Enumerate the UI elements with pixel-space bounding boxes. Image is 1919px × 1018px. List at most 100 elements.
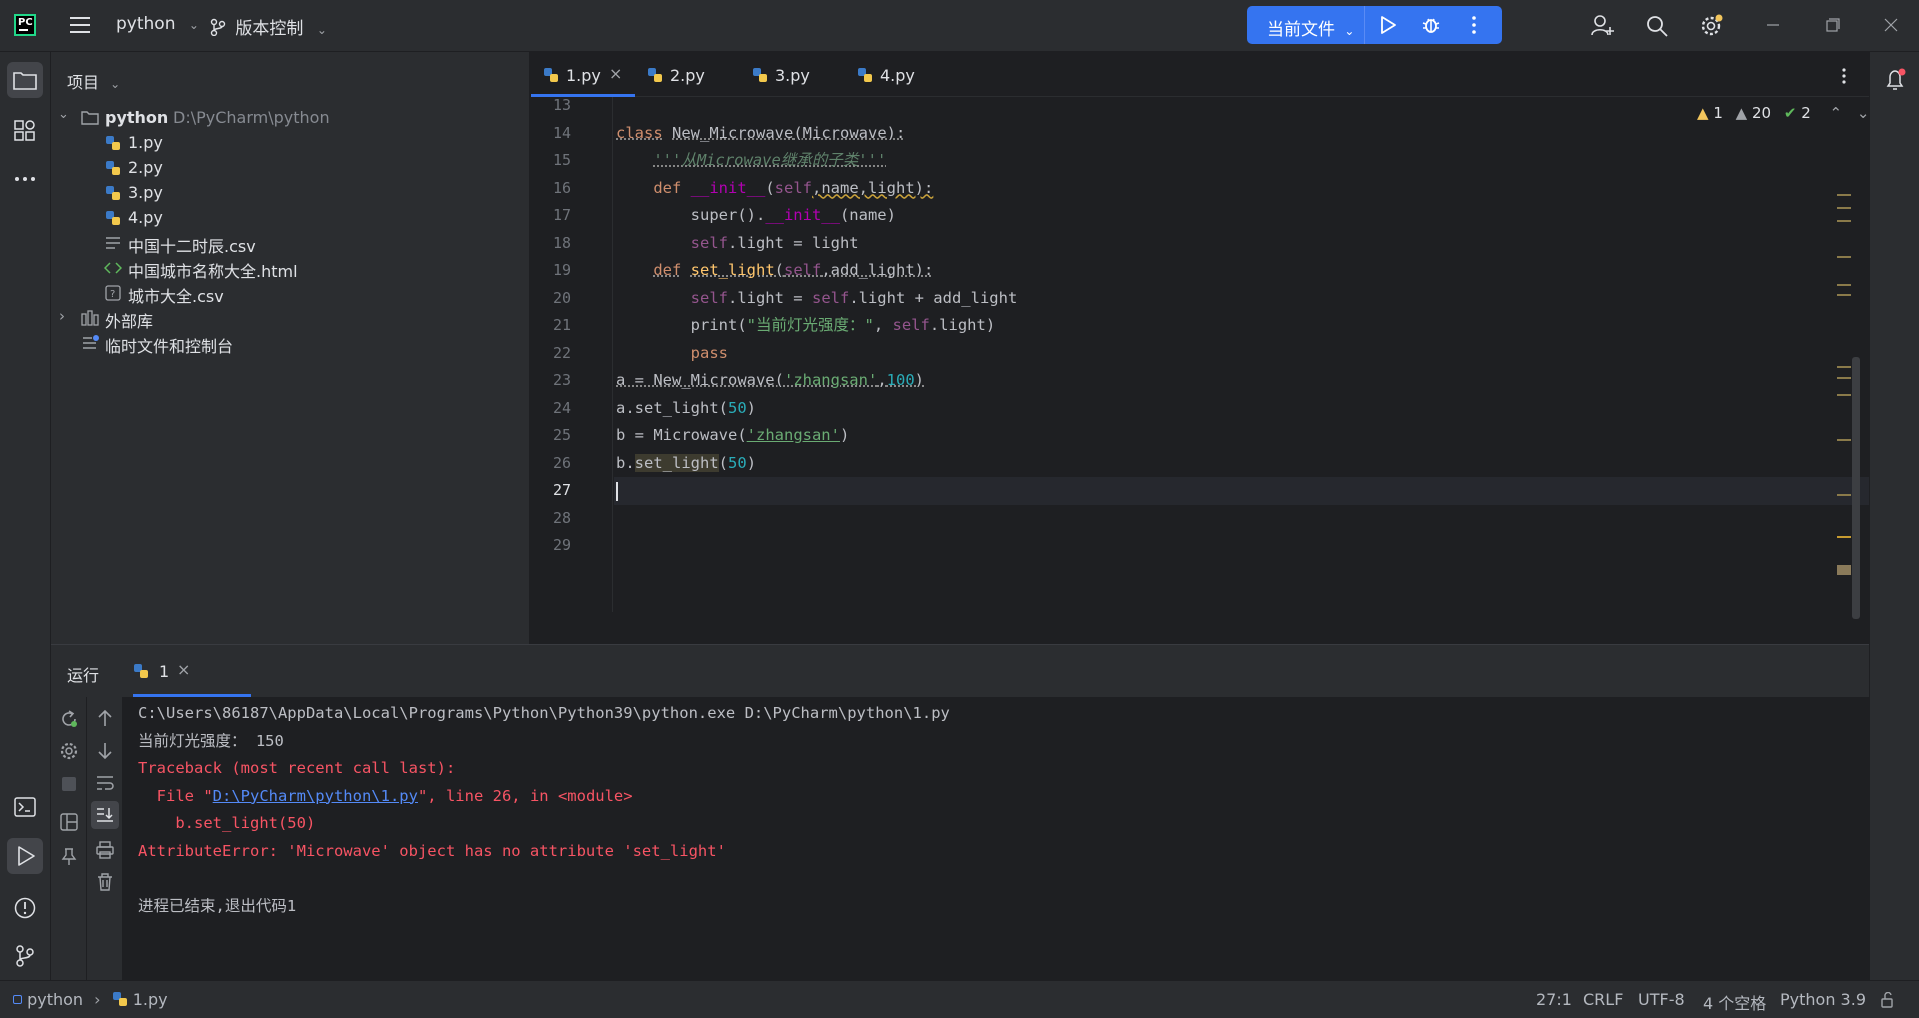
- add-user-icon[interactable]: [1591, 14, 1615, 36]
- main-menu-icon[interactable]: [70, 16, 90, 34]
- settings-icon[interactable]: [1700, 14, 1724, 38]
- python-file-icon: [105, 160, 121, 176]
- more-tools-icon[interactable]: [14, 176, 36, 182]
- code-token: super().: [690, 206, 766, 224]
- close-icon[interactable]: ×: [177, 660, 190, 679]
- code-line[interactable]: b = Microwave('zhangsan'): [616, 422, 849, 450]
- indent-setting[interactable]: 4 个空格: [1703, 990, 1766, 1014]
- lock-icon[interactable]: [1880, 992, 1896, 1008]
- structure-tool-button[interactable]: [14, 120, 36, 142]
- soft-wrap-icon[interactable]: [96, 775, 114, 791]
- code-token: .light + add_light: [849, 288, 1018, 307]
- problems-tool-button[interactable]: [14, 897, 36, 919]
- code-line[interactable]: super().__init__(name): [616, 202, 896, 230]
- error-stripe[interactable]: [1817, 104, 1867, 619]
- vcs-selector[interactable]: 版本控制 ⌄: [210, 14, 327, 39]
- code-line[interactable]: class New_Microwave(Microwave):: [616, 120, 905, 148]
- caret-position[interactable]: 27:1: [1536, 990, 1572, 1009]
- run-tab-1[interactable]: 1 ×: [133, 645, 251, 697]
- file-label: 3.py: [128, 183, 163, 202]
- tab-4-py[interactable]: 4.py: [854, 52, 944, 97]
- scrollbar-thumb[interactable]: [1852, 357, 1860, 619]
- code-line[interactable]: self.light = light: [616, 230, 859, 258]
- line-number: 16: [552, 178, 571, 197]
- console-code-line: b.set_light(50): [138, 814, 316, 832]
- code-token: ,: [873, 316, 893, 334]
- tree-item-file[interactable]: 3.py: [51, 180, 530, 205]
- pycharm-logo[interactable]: PC: [14, 14, 36, 36]
- rerun-icon[interactable]: [59, 709, 79, 729]
- code-line[interactable]: print("当前灯光强度：", self.light): [616, 312, 996, 340]
- tree-scratches[interactable]: 临时文件和控制台: [51, 330, 530, 356]
- scroll-to-end-button[interactable]: [91, 801, 119, 829]
- tree-item-file[interactable]: 2.py: [51, 155, 530, 180]
- library-icon: [81, 310, 99, 326]
- pin-icon[interactable]: [61, 848, 77, 866]
- code-line[interactable]: pass: [616, 340, 728, 368]
- code-line[interactable]: def __init__(self,name,light):: [616, 175, 933, 203]
- file-link[interactable]: D:\PyCharm\python\1.py: [213, 787, 418, 805]
- code-token: self: [784, 261, 822, 279]
- tree-item-file[interactable]: ? 城市大全.csv: [51, 280, 530, 306]
- stop-icon[interactable]: [62, 777, 76, 791]
- svg-text:?: ?: [110, 289, 115, 300]
- tree-external-libs[interactable]: › 外部库: [51, 305, 530, 331]
- external-libs-label: 外部库: [105, 312, 154, 331]
- more-actions-icon[interactable]: [1471, 16, 1477, 34]
- line-number: 15: [552, 151, 571, 169]
- tab-options-icon[interactable]: [1841, 68, 1847, 84]
- notifications-button[interactable]: [1884, 68, 1908, 92]
- interpreter[interactable]: Python 3.9: [1780, 990, 1866, 1009]
- code-line[interactable]: self.light = self.light + add_light: [616, 285, 1018, 313]
- line-ending[interactable]: CRLF: [1583, 990, 1623, 1009]
- git-tool-button[interactable]: [15, 945, 35, 967]
- code-line[interactable]: a.set_light(50): [616, 395, 756, 423]
- run-config-selector[interactable]: 当前文件 ⌄: [1247, 6, 1365, 44]
- breadcrumb-project[interactable]: python: [27, 990, 83, 1009]
- run-tool-button[interactable]: [7, 838, 43, 874]
- arrow-up-icon[interactable]: [97, 709, 113, 727]
- vcs-label: 版本控制: [235, 19, 304, 39]
- close-window-button[interactable]: [1884, 18, 1898, 32]
- project-selector[interactable]: python ⌄: [116, 14, 199, 34]
- print-icon[interactable]: [96, 841, 114, 859]
- trash-icon[interactable]: [97, 873, 113, 891]
- code-line[interactable]: '''从Microwave继承的子类''': [616, 147, 886, 175]
- line-number: 21: [552, 316, 571, 334]
- file-label: 2.py: [128, 158, 163, 177]
- project-panel-header[interactable]: 项目 ⌄: [67, 69, 120, 93]
- terminal-tool-button[interactable]: [14, 797, 36, 817]
- file-encoding[interactable]: UTF-8: [1638, 990, 1685, 1009]
- code-token: "当前灯光强度：": [746, 316, 874, 334]
- debug-button[interactable]: [1421, 15, 1441, 35]
- code-line[interactable]: def set_light(self,add_light):: [616, 257, 933, 285]
- tree-item-file[interactable]: 1.py: [51, 130, 530, 155]
- tree-item-file[interactable]: 4.py: [51, 205, 530, 230]
- arrow-down-icon[interactable]: [97, 742, 113, 760]
- tree-item-file[interactable]: 中国十二时辰.csv: [51, 230, 530, 256]
- minimize-button[interactable]: [1766, 18, 1780, 32]
- bug-icon: [1422, 18, 1440, 33]
- tree-root[interactable]: ⌄ python D:\PyCharm\python: [51, 105, 530, 130]
- tree-item-file[interactable]: 中国城市名称大全.html: [51, 255, 530, 281]
- code-line[interactable]: b.set_light(50): [616, 450, 756, 478]
- code-line[interactable]: a = New_Microwave('zhangsan',100): [616, 367, 924, 395]
- layout-icon[interactable]: [60, 813, 78, 831]
- text-caret: [616, 482, 618, 501]
- project-tool-button[interactable]: [7, 62, 43, 98]
- line-number: 13: [552, 96, 571, 114]
- restore-button[interactable]: [1826, 18, 1840, 32]
- structure-icon: [14, 120, 35, 141]
- breadcrumb-file[interactable]: 1.py: [133, 990, 168, 1009]
- editor-tabs: 1.py × 2.py 3.py 4.py: [531, 52, 1869, 97]
- run-toolbar: 当前文件 ⌄: [1247, 6, 1502, 44]
- search-icon[interactable]: [1646, 15, 1668, 37]
- tab-1-py[interactable]: 1.py ×: [531, 52, 635, 97]
- settings-icon[interactable]: [59, 741, 79, 761]
- close-icon[interactable]: ×: [609, 64, 622, 83]
- tab-3-py[interactable]: 3.py: [749, 52, 839, 97]
- run-button[interactable]: [1379, 16, 1397, 34]
- line-number: 24: [552, 398, 571, 417]
- tab-2-py[interactable]: 2.py: [644, 52, 734, 97]
- code-token: ): [746, 398, 756, 417]
